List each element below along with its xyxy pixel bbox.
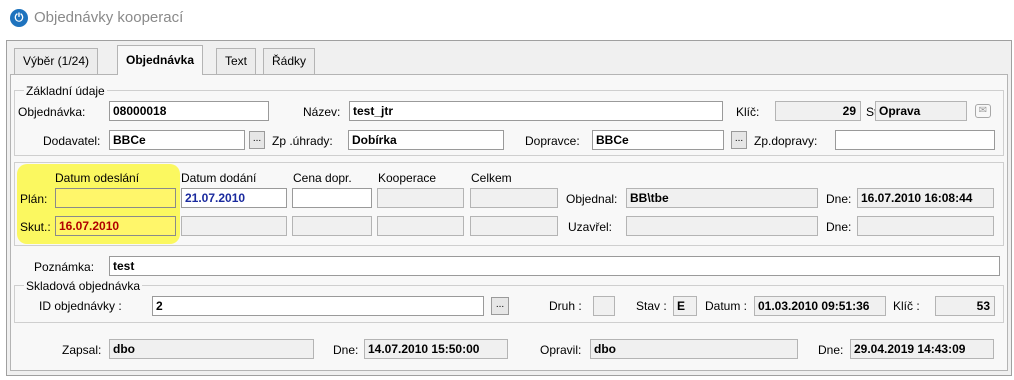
- created-by-label: Zapsal:: [62, 343, 102, 357]
- warehouse-key-field: 53: [935, 296, 995, 316]
- note-field[interactable]: test: [109, 256, 1000, 276]
- payment-field[interactable]: Dobírka: [348, 130, 504, 150]
- warehouse-date-label: Datum :: [705, 299, 748, 313]
- col-transport-price-header: Cena dopr.: [293, 171, 352, 185]
- col-delivery-header: Datum dodání: [181, 171, 257, 185]
- warehouse-id-label: ID objednávky :: [39, 299, 122, 313]
- name-field[interactable]: test_jtr: [349, 101, 723, 121]
- envelope-icon[interactable]: ✉: [975, 104, 991, 118]
- ordered-date-label: Dne:: [826, 192, 852, 206]
- closed-date-field: [857, 216, 994, 236]
- kind-field: [593, 296, 615, 316]
- plan-transport-price-field[interactable]: [292, 188, 372, 208]
- actual-sent-field[interactable]: 16.07.2010: [55, 216, 176, 236]
- warehouse-date-field: 01.03.2010 09:51:36: [754, 296, 886, 316]
- created-date-field: 14.07.2010 15:50:00: [364, 339, 508, 359]
- actual-label: Skut.:: [20, 220, 51, 234]
- key-label: Klíč:: [736, 105, 760, 119]
- plan-cooperation-field: [377, 188, 464, 208]
- transport-field[interactable]: [835, 130, 995, 150]
- order-number-field[interactable]: 08000018: [109, 101, 269, 121]
- supplier-field[interactable]: BBCe: [109, 130, 245, 150]
- modified-by-field: dbo: [590, 339, 798, 359]
- tab-objednavka[interactable]: Objednávka: [117, 45, 204, 75]
- app-logo-icon: ⏻: [10, 9, 28, 27]
- order-label: Objednávka:: [18, 105, 86, 119]
- closed-by-field: [626, 216, 818, 236]
- carrier-label: Dopravce:: [525, 134, 580, 148]
- note-label: Poznámka:: [34, 260, 95, 274]
- window-title: Objednávky kooperací: [34, 9, 184, 26]
- actual-cooperation-field: [377, 216, 464, 236]
- ordered-date-field: 16.07.2010 16:08:44: [857, 188, 994, 208]
- supplier-label: Dodavatel:: [43, 134, 101, 148]
- carrier-lookup-button[interactable]: ...: [731, 131, 747, 149]
- plan-label: Plán:: [20, 192, 48, 206]
- ordered-by-field: BB\tbe: [626, 188, 818, 208]
- plan-delivery-field[interactable]: 21.07.2010: [181, 188, 287, 208]
- tab-vyber[interactable]: Výběr (1/24): [14, 48, 99, 74]
- carrier-field[interactable]: BBCe: [592, 130, 724, 150]
- warehouse-lookup-button[interactable]: ...: [491, 297, 509, 315]
- supplier-lookup-button[interactable]: ...: [249, 131, 265, 149]
- basic-info-legend: Základní údaje: [24, 84, 107, 98]
- payment-label: Zp .úhrady:: [272, 134, 333, 148]
- closed-date-label: Dne:: [826, 220, 852, 234]
- key-field: 29: [775, 101, 861, 121]
- kind-label: Druh :: [549, 299, 582, 313]
- warehouse-state-label: Stav :: [636, 299, 667, 313]
- ordered-by-label: Objednal:: [566, 192, 618, 206]
- transport-label: Zp.dopravy:: [754, 134, 818, 148]
- actual-transport-price-field: [292, 216, 372, 236]
- col-cooperation-header: Kooperace: [378, 171, 437, 185]
- tab-radky[interactable]: Řádky: [263, 48, 316, 74]
- warehouse-legend: Skladová objednávka: [24, 279, 143, 293]
- plan-total-field: [470, 188, 558, 208]
- warehouse-key-label: Klíč :: [893, 299, 920, 313]
- modified-date-field: 29.04.2019 14:43:09: [850, 339, 994, 359]
- modified-by-label: Opravil:: [540, 343, 582, 357]
- plan-sent-field[interactable]: [55, 188, 176, 208]
- name-label: Název:: [303, 105, 341, 119]
- col-total-header: Celkem: [471, 171, 512, 185]
- warehouse-state-field: E: [673, 296, 697, 316]
- actual-total-field: [470, 216, 558, 236]
- modified-date-label: Dne:: [818, 343, 844, 357]
- warehouse-id-field[interactable]: 2: [152, 296, 484, 316]
- title-bar: ⏻ Objednávky kooperací: [0, 0, 1014, 36]
- tab-text[interactable]: Text: [216, 48, 257, 74]
- col-sent-header: Datum odeslání: [55, 171, 140, 185]
- created-date-label: Dne:: [333, 343, 359, 357]
- closed-by-label: Uzavřel:: [568, 220, 613, 234]
- state-field: Oprava: [875, 101, 967, 121]
- created-by-field: dbo: [109, 339, 314, 359]
- actual-delivery-field: [181, 216, 287, 236]
